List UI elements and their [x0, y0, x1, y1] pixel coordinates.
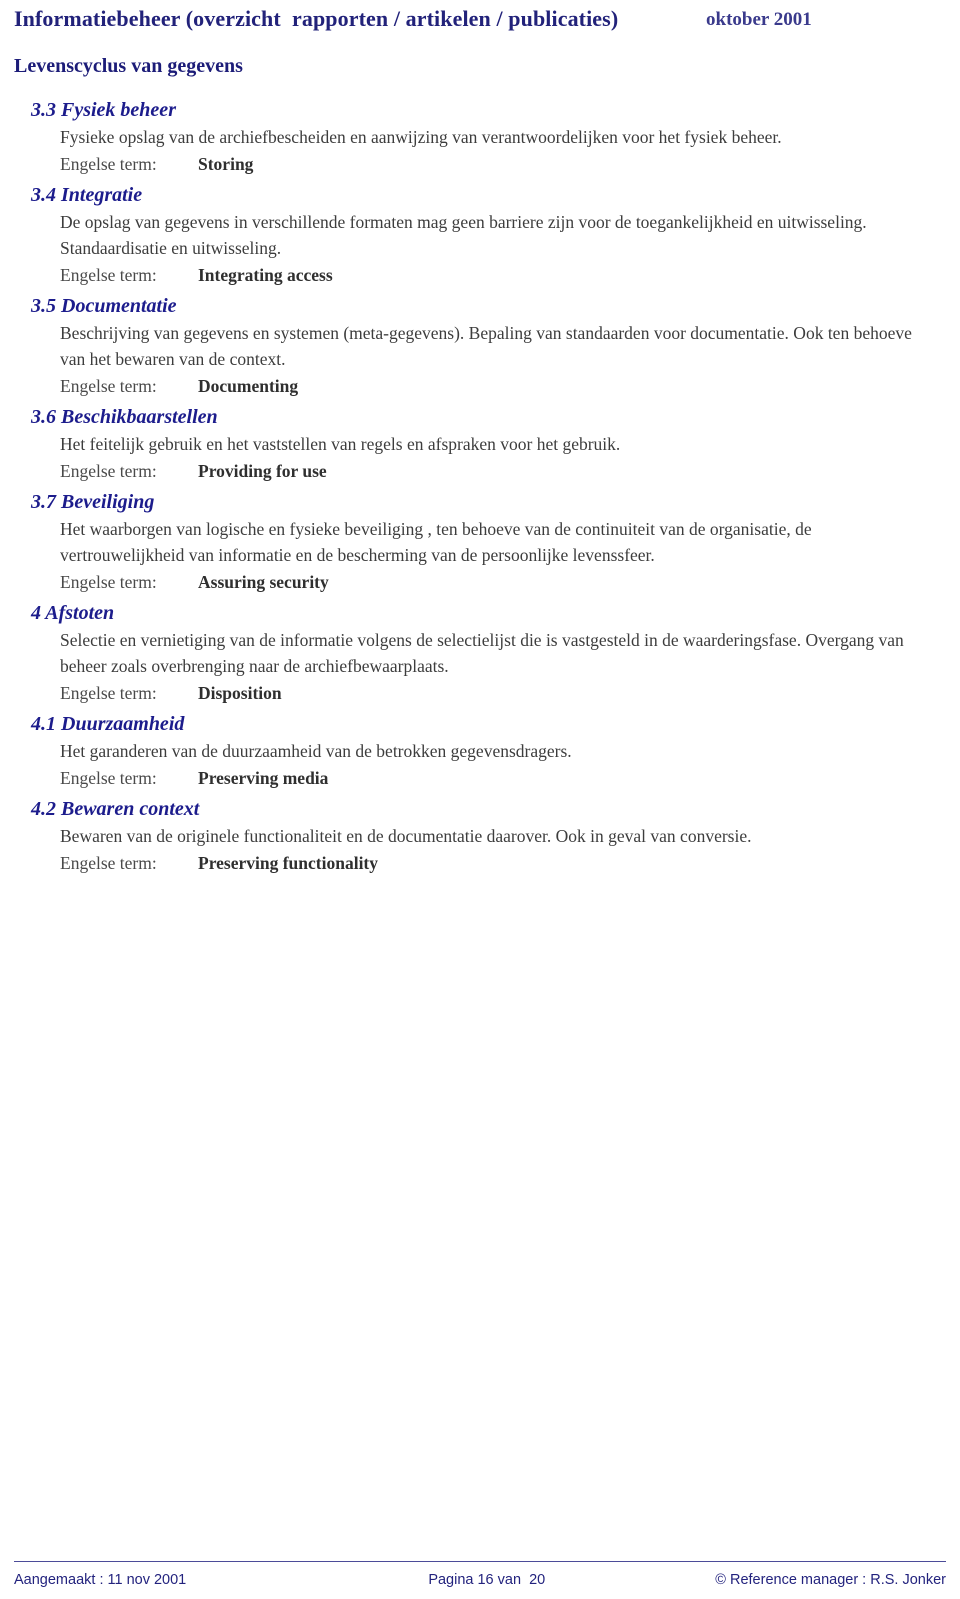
section-description: Het feitelijk gebruik en het vaststellen… [60, 434, 621, 454]
section-heading: 4 Afstoten [31, 602, 115, 624]
english-term-value: Disposition [198, 683, 282, 703]
english-term-value: Storing [198, 154, 254, 174]
section-heading: 4.2 Bewaren context [31, 798, 200, 820]
section-description: Het waarborgen van logische en fysieke b… [60, 519, 812, 565]
english-term-label: Engelse term: [60, 376, 157, 396]
section-3-7: 3.7 Beveiliging Het waarborgen van logis… [14, 488, 946, 595]
english-term-value: Providing for use [198, 461, 327, 481]
section-heading: 3.7 Beveiliging [31, 491, 155, 513]
section-content: Het feitelijk gebruik en het vaststellen… [60, 431, 946, 484]
section-description: Beschrijving van gegevens en systemen (m… [60, 323, 912, 369]
english-term-label: Engelse term: [60, 853, 157, 873]
english-term-value: Preserving media [198, 768, 329, 788]
english-term-label: Engelse term: [60, 154, 157, 174]
english-term-label: Engelse term: [60, 768, 157, 788]
document-subtitle: Levenscyclus van gegevens [14, 55, 243, 77]
section-content: Het waarborgen van logische en fysieke b… [60, 516, 946, 595]
section-3-4: 3.4 Integratie De opslag van gegevens in… [14, 181, 946, 288]
section-4-1: 4.1 Duurzaamheid Het garanderen van de d… [14, 710, 946, 791]
footer-page-number: Pagina 16 van 20 [428, 1572, 546, 1588]
section-heading: 3.6 Beschikbaarstellen [31, 406, 218, 428]
english-term-value: Preserving functionality [198, 853, 379, 873]
section-heading: 3.4 Integratie [31, 184, 143, 206]
section-description: Bewaren van de originele functionaliteit… [60, 826, 752, 846]
document-page: Informatiebeheer (overzicht rapporten / … [0, 0, 960, 1599]
section-content: Selectie en vernietiging van de informat… [60, 627, 946, 706]
section-description: De opslag van gegevens in verschillende … [60, 212, 867, 258]
section-description: Het garanderen van de duurzaamheid van d… [60, 741, 572, 761]
section-content: De opslag van gegevens in verschillende … [60, 209, 946, 288]
english-term-row: Engelse term: Assuring security [60, 569, 946, 595]
section-heading: 4.1 Duurzaamheid [31, 713, 185, 735]
english-term-value: Assuring security [198, 572, 329, 592]
footer-divider [14, 1561, 946, 1562]
footer-created-date: Aangemaakt : 11 nov 2001 [14, 1572, 187, 1588]
section-content: Beschrijving van gegevens en systemen (m… [60, 320, 946, 399]
english-term-row: Engelse term: Providing for use [60, 458, 946, 484]
english-term-row: Engelse term: Documenting [60, 373, 946, 399]
english-term-value: Integrating access [198, 265, 333, 285]
page-header: Informatiebeheer (overzicht rapporten / … [0, 0, 960, 46]
section-description: Fysieke opslag van de archiefbescheiden … [60, 127, 782, 147]
english-term-row: Engelse term: Storing [60, 151, 946, 177]
english-term-label: Engelse term: [60, 572, 157, 592]
header-date: oktober 2001 [706, 9, 812, 30]
section-content: Fysieke opslag van de archiefbescheiden … [60, 124, 946, 177]
page-footer: Aangemaakt : 11 nov 2001 Pagina 16 van 2… [0, 1561, 960, 1589]
section-4-2: 4.2 Bewaren context Bewaren van de origi… [14, 795, 946, 876]
english-term-label: Engelse term: [60, 461, 157, 481]
section-heading: 3.3 Fysiek beheer [31, 99, 176, 121]
section-heading: 3.5 Documentatie [31, 295, 177, 317]
document-body: 3.3 Fysiek beheer Fysieke opslag van de … [0, 96, 960, 876]
english-term-label: Engelse term: [60, 265, 157, 285]
section-content: Bewaren van de originele functionaliteit… [60, 823, 946, 876]
section-content: Het garanderen van de duurzaamheid van d… [60, 738, 946, 791]
section-description: Selectie en vernietiging van de informat… [60, 630, 904, 676]
section-4: 4 Afstoten Selectie en vernietiging van … [14, 599, 946, 706]
english-term-label: Engelse term: [60, 683, 157, 703]
section-3-6: 3.6 Beschikbaarstellen Het feitelijk geb… [14, 403, 946, 484]
footer-columns: Aangemaakt : 11 nov 2001 Pagina 16 van 2… [14, 1571, 946, 1589]
footer-copyright: © Reference manager : R.S. Jonker [715, 1572, 946, 1588]
english-term-value: Documenting [198, 376, 299, 396]
section-3-3: 3.3 Fysiek beheer Fysieke opslag van de … [14, 96, 946, 177]
english-term-row: Engelse term: Preserving media [60, 765, 946, 791]
section-3-5: 3.5 Documentatie Beschrijving van gegeve… [14, 292, 946, 399]
english-term-row: Engelse term: Preserving functionality [60, 850, 946, 876]
english-term-row: Engelse term: Integrating access [60, 262, 946, 288]
english-term-row: Engelse term: Disposition [60, 680, 946, 706]
page-title: Informatiebeheer (overzicht rapporten / … [14, 6, 619, 31]
